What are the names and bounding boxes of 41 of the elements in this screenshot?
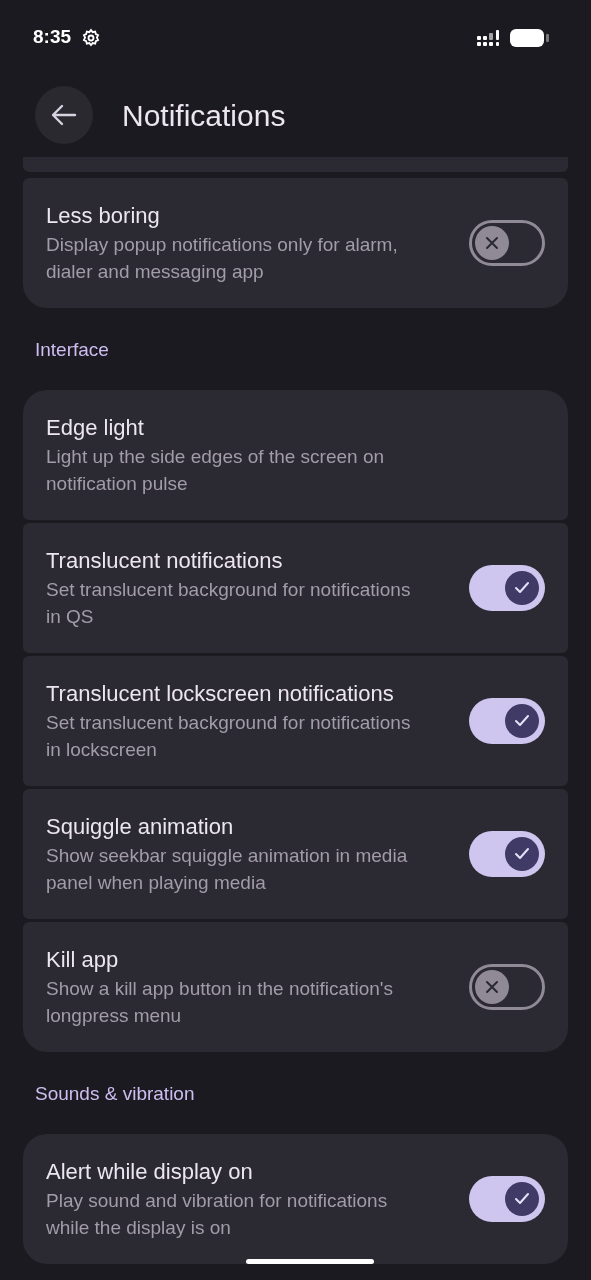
setting-title: Translucent notifications: [46, 547, 284, 575]
check-icon: [514, 847, 530, 861]
gear-icon: [81, 27, 102, 48]
section-header: Interface: [35, 337, 109, 362]
toggle-switch[interactable]: [469, 698, 545, 744]
status-time: 8:35: [33, 25, 72, 50]
check-icon: [514, 714, 530, 728]
setting-title: Kill app: [46, 946, 120, 974]
toggle-switch[interactable]: [469, 1176, 545, 1222]
setting-summary: Show seekbar squiggle animation in media panel when playing media: [46, 844, 409, 895]
section-header: Sounds & vibration: [35, 1081, 195, 1106]
settings-row[interactable]: Translucent lockscreen notifications Set translucent background for notifications in lockscreen: [23, 656, 568, 786]
setting-title: Translucent lockscreen notifications: [46, 680, 395, 708]
settings-row[interactable]: Kill app Show a kill app button in the notification's longpress menu: [23, 922, 568, 1052]
settings-row[interactable]: Edge light Light up the side edges of the screen on notification pulse: [23, 390, 568, 520]
toggle-switch[interactable]: [469, 220, 545, 266]
toggle-switch[interactable]: [469, 964, 545, 1010]
setting-summary: Light up the side edges of the screen on notification pulse: [46, 445, 386, 496]
setting-summary: Set translucent background for notifications in lockscreen: [46, 711, 412, 762]
settings-row[interactable]: Alert while display on Play sound and vibration for notifications while the display is on: [23, 1134, 568, 1264]
setting-summary: Play sound and vibration for notifications while the display is on: [46, 1189, 389, 1240]
setting-title: Edge light: [46, 414, 145, 442]
check-icon: [514, 1192, 530, 1206]
setting-summary: Show a kill app button in the notification's longpress menu: [46, 977, 394, 1028]
settings-row[interactable]: Squiggle animation Show seekbar squiggle animation in media panel when playing media: [23, 789, 568, 919]
check-icon: [514, 581, 530, 595]
settings-row[interactable]: Translucent notifications Set translucent background for notifications in QS: [23, 523, 568, 653]
back-arrow-icon: [51, 104, 77, 126]
battery-icon: [510, 27, 550, 48]
x-icon: [485, 980, 499, 994]
setting-title: Squiggle animation: [46, 813, 235, 841]
page-title: Notifications: [122, 97, 286, 134]
x-icon: [485, 236, 499, 250]
setting-title: Less boring: [46, 202, 161, 230]
setting-summary: Set translucent background for notifications in QS: [46, 578, 412, 629]
setting-title: Alert while display on: [46, 1158, 254, 1186]
toggle-switch[interactable]: [469, 831, 545, 877]
signal-icon: [476, 28, 502, 47]
settings-row[interactable]: Less boring Display popup notifications only for alarm, dialer and messaging app: [23, 178, 568, 308]
toggle-switch[interactable]: [469, 565, 545, 611]
setting-summary: Display popup notifications only for alarm, dialer and messaging app: [46, 233, 399, 284]
